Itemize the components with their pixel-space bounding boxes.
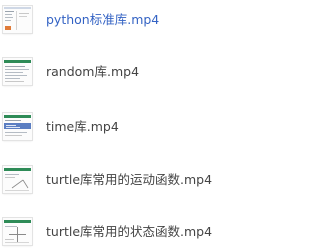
- file-item-random[interactable]: random库.mp4: [0, 57, 281, 87]
- video-thumbnail-icon: [3, 58, 32, 85]
- file-name[interactable]: time库.mp4: [46, 119, 119, 135]
- file-item-turtle-state[interactable]: turtle库常用的状态函数.mp4: [0, 217, 281, 247]
- file-item-time[interactable]: time库.mp4: [0, 112, 281, 142]
- video-thumbnail-icon: [3, 113, 32, 140]
- file-name[interactable]: python标准库.mp4: [46, 12, 159, 28]
- video-thumbnail-icon: [3, 6, 32, 33]
- file-name[interactable]: turtle库常用的状态函数.mp4: [46, 224, 212, 240]
- file-item-turtle-motion[interactable]: turtle库常用的运动函数.mp4: [0, 165, 281, 195]
- video-thumbnail-icon: [3, 218, 32, 245]
- file-name[interactable]: random库.mp4: [46, 64, 139, 80]
- video-thumbnail-icon: [3, 166, 32, 193]
- file-list: python标准库.mp4 random库.mp4 time库.mp4 turt…: [0, 0, 281, 251]
- file-item-python-stdlib[interactable]: python标准库.mp4: [0, 5, 281, 35]
- file-name[interactable]: turtle库常用的运动函数.mp4: [46, 172, 212, 188]
